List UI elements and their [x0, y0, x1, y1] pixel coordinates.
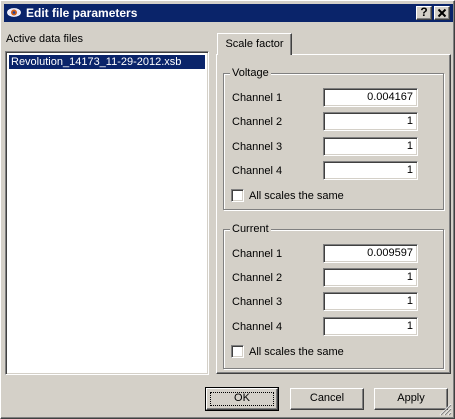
- voltage-same-checkbox[interactable]: [231, 189, 244, 202]
- active-files-label: Active data files: [6, 33, 84, 45]
- apply-button[interactable]: Apply: [374, 388, 448, 410]
- voltage-channel-1-value: 0.004167: [367, 91, 413, 103]
- list-item[interactable]: Revolution_14173_11-29-2012.xsb: [9, 55, 205, 69]
- current-same-label[interactable]: All scales the same: [249, 346, 344, 359]
- voltage-channel-1-field[interactable]: 0.004167: [323, 88, 418, 107]
- voltage-channel-2-label: Channel 2: [232, 116, 283, 128]
- current-channel-3-label: Channel 3: [232, 296, 283, 308]
- close-icon: [437, 8, 447, 18]
- cancel-button[interactable]: Cancel: [290, 388, 364, 410]
- voltage-channel-1-label: Channel 1: [232, 92, 283, 104]
- file-list[interactable]: Revolution_14173_11-29-2012.xsb: [5, 51, 209, 375]
- help-button[interactable]: ?: [416, 6, 432, 20]
- voltage-same-label[interactable]: All scales the same: [249, 190, 344, 203]
- current-channel-4-value: 1: [406, 320, 413, 332]
- resize-grip-icon[interactable]: [439, 403, 452, 416]
- voltage-channel-4-label: Channel 4: [232, 165, 283, 177]
- current-same-checkbox[interactable]: [231, 345, 244, 358]
- voltage-channel-2-value: 1: [406, 115, 413, 127]
- current-channel-2-field[interactable]: 1: [323, 268, 418, 287]
- current-group-title: Current: [230, 223, 271, 236]
- current-channel-4-field[interactable]: 1: [323, 317, 418, 336]
- voltage-group-title: Voltage: [230, 67, 271, 80]
- ok-button-label: OK: [234, 392, 250, 404]
- title-bar[interactable]: Edit file parameters ?: [4, 4, 453, 22]
- dialog-window: Edit file parameters ? Active data files…: [0, 0, 455, 419]
- ok-button[interactable]: OK: [205, 387, 279, 411]
- voltage-channel-3-value: 1: [406, 140, 413, 152]
- current-channel-1-value: 0.009597: [367, 247, 413, 259]
- voltage-channel-2-field[interactable]: 1: [323, 112, 418, 131]
- current-channel-3-value: 1: [406, 295, 413, 307]
- current-channel-1-field[interactable]: 0.009597: [323, 244, 418, 263]
- voltage-channel-4-field[interactable]: 1: [323, 161, 418, 180]
- voltage-channel-3-label: Channel 3: [232, 141, 283, 153]
- current-channel-1-label: Channel 1: [232, 248, 283, 260]
- current-channel-2-value: 1: [406, 271, 413, 283]
- current-channel-3-field[interactable]: 1: [323, 292, 418, 311]
- eye-icon: [7, 6, 21, 19]
- current-channel-4-label: Channel 4: [232, 321, 283, 333]
- current-channel-2-label: Channel 2: [232, 272, 283, 284]
- close-button[interactable]: [434, 6, 450, 20]
- voltage-channel-4-value: 1: [406, 164, 413, 176]
- voltage-channel-3-field[interactable]: 1: [323, 137, 418, 156]
- tab-scale-factor[interactable]: Scale factor: [217, 33, 292, 55]
- window-title: Edit file parameters: [26, 6, 138, 20]
